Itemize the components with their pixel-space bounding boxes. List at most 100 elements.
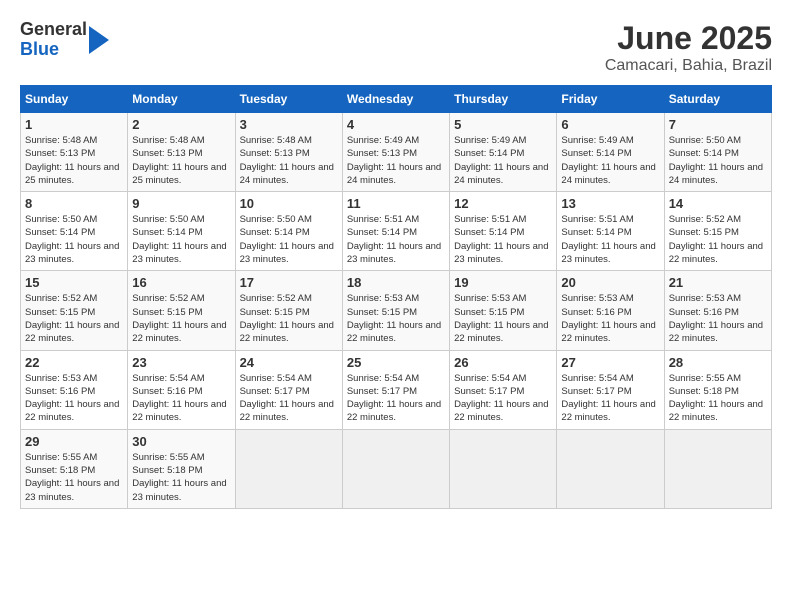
day-number: 14: [669, 196, 767, 211]
calendar-cell: [342, 429, 449, 508]
day-info: Sunrise: 5:55 AMSunset: 5:18 PMDaylight:…: [669, 372, 767, 425]
day-info: Sunrise: 5:54 AMSunset: 5:17 PMDaylight:…: [454, 372, 552, 425]
day-info: Sunrise: 5:49 AMSunset: 5:14 PMDaylight:…: [561, 134, 659, 187]
calendar-cell: 6 Sunrise: 5:49 AMSunset: 5:14 PMDaylight…: [557, 113, 664, 192]
day-number: 15: [25, 275, 123, 290]
calendar-cell: 18Sunrise: 5:53 AMSunset: 5:15 PMDayligh…: [342, 271, 449, 350]
weekday-header: Sunday: [21, 86, 128, 113]
calendar-week-row: 22 Sunrise: 5:53 AMSunset: 5:16 PMDayligh…: [21, 350, 772, 429]
day-number: 16: [132, 275, 230, 290]
title-block: June 2025 Camacari, Bahia, Brazil: [605, 20, 772, 75]
calendar-cell: [557, 429, 664, 508]
day-number: 19: [454, 275, 552, 290]
day-number: 5: [454, 117, 552, 132]
day-number: 26: [454, 355, 552, 370]
day-number: 9: [132, 196, 230, 211]
calendar-week-row: 1 Sunrise: 5:48 AMSunset: 5:13 PMDaylight…: [21, 113, 772, 192]
calendar-cell: 7 Sunrise: 5:50 AMSunset: 5:14 PMDaylight…: [664, 113, 771, 192]
day-number: 1: [25, 117, 123, 132]
logo-icon: [89, 26, 109, 54]
weekday-header: Monday: [128, 86, 235, 113]
day-info: Sunrise: 5:52 AMSunset: 5:15 PMDaylight:…: [25, 292, 123, 345]
calendar-cell: 17 Sunrise: 5:52 AMSunset: 5:15 PMDayligh…: [235, 271, 342, 350]
calendar-cell: 21Sunrise: 5:53 AMSunset: 5:16 PMDayligh…: [664, 271, 771, 350]
calendar-cell: 15 Sunrise: 5:52 AMSunset: 5:15 PMDayligh…: [21, 271, 128, 350]
day-info: Sunrise: 5:54 AMSunset: 5:17 PMDaylight:…: [561, 372, 659, 425]
day-number: 6: [561, 117, 659, 132]
calendar-week-row: 15 Sunrise: 5:52 AMSunset: 5:15 PMDayligh…: [21, 271, 772, 350]
day-info: Sunrise: 5:48 AMSunset: 5:13 PMDaylight:…: [25, 134, 123, 187]
day-info: Sunrise: 5:54 AMSunset: 5:17 PMDaylight:…: [240, 372, 338, 425]
calendar-week-row: 29 Sunrise: 5:55 AMSunset: 5:18 PMDayligh…: [21, 429, 772, 508]
calendar-cell: [664, 429, 771, 508]
day-number: 7: [669, 117, 767, 132]
day-info: Sunrise: 5:50 AMSunset: 5:14 PMDaylight:…: [132, 213, 230, 266]
calendar-cell: 19 Sunrise: 5:53 AMSunset: 5:15 PMDayligh…: [450, 271, 557, 350]
calendar-cell: 3 Sunrise: 5:48 AMSunset: 5:13 PMDaylight…: [235, 113, 342, 192]
day-number: 2: [132, 117, 230, 132]
weekday-header: Thursday: [450, 86, 557, 113]
day-info: Sunrise: 5:50 AMSunset: 5:14 PMDaylight:…: [240, 213, 338, 266]
day-number: 11: [347, 196, 445, 211]
day-info: Sunrise: 5:51 AMSunset: 5:14 PMDaylight:…: [347, 213, 445, 266]
calendar-cell: 14 Sunrise: 5:52 AMSunset: 5:15 PMDayligh…: [664, 192, 771, 271]
calendar-cell: 30 Sunrise: 5:55 AMSunset: 5:18 PMDayligh…: [128, 429, 235, 508]
calendar-cell: 22 Sunrise: 5:53 AMSunset: 5:16 PMDayligh…: [21, 350, 128, 429]
day-number: 29: [25, 434, 123, 449]
calendar-cell: 16 Sunrise: 5:52 AMSunset: 5:15 PMDayligh…: [128, 271, 235, 350]
day-number: 10: [240, 196, 338, 211]
day-info: Sunrise: 5:50 AMSunset: 5:14 PMDaylight:…: [669, 134, 767, 187]
calendar-cell: 26 Sunrise: 5:54 AMSunset: 5:17 PMDayligh…: [450, 350, 557, 429]
day-number: 24: [240, 355, 338, 370]
day-info: Sunrise: 5:52 AMSunset: 5:15 PMDaylight:…: [132, 292, 230, 345]
logo: General Blue: [20, 20, 109, 60]
calendar-cell: 1 Sunrise: 5:48 AMSunset: 5:13 PMDaylight…: [21, 113, 128, 192]
calendar-cell: 29 Sunrise: 5:55 AMSunset: 5:18 PMDayligh…: [21, 429, 128, 508]
weekday-header: Saturday: [664, 86, 771, 113]
day-number: 23: [132, 355, 230, 370]
day-number: 12: [454, 196, 552, 211]
calendar-week-row: 8Sunrise: 5:50 AMSunset: 5:14 PMDaylight…: [21, 192, 772, 271]
day-info: Sunrise: 5:53 AMSunset: 5:15 PMDaylight:…: [454, 292, 552, 345]
location: Camacari, Bahia, Brazil: [605, 57, 772, 75]
day-info: Sunrise: 5:53 AMSunset: 5:16 PMDaylight:…: [561, 292, 659, 345]
day-info: Sunrise: 5:55 AMSunset: 5:18 PMDaylight:…: [132, 451, 230, 504]
calendar-cell: 4 Sunrise: 5:49 AMSunset: 5:13 PMDaylight…: [342, 113, 449, 192]
weekday-header: Wednesday: [342, 86, 449, 113]
day-number: 17: [240, 275, 338, 290]
day-info: Sunrise: 5:48 AMSunset: 5:13 PMDaylight:…: [240, 134, 338, 187]
calendar-cell: 2Sunrise: 5:48 AMSunset: 5:13 PMDaylight…: [128, 113, 235, 192]
day-info: Sunrise: 5:53 AMSunset: 5:16 PMDaylight:…: [25, 372, 123, 425]
calendar-cell: 28Sunrise: 5:55 AMSunset: 5:18 PMDayligh…: [664, 350, 771, 429]
day-number: 27: [561, 355, 659, 370]
day-info: Sunrise: 5:51 AMSunset: 5:14 PMDaylight:…: [561, 213, 659, 266]
day-number: 30: [132, 434, 230, 449]
logo-blue: Blue: [20, 40, 87, 60]
calendar-cell: 27 Sunrise: 5:54 AMSunset: 5:17 PMDayligh…: [557, 350, 664, 429]
calendar-table: SundayMondayTuesdayWednesdayThursdayFrid…: [20, 85, 772, 509]
day-info: Sunrise: 5:52 AMSunset: 5:15 PMDaylight:…: [240, 292, 338, 345]
day-info: Sunrise: 5:54 AMSunset: 5:17 PMDaylight:…: [347, 372, 445, 425]
day-info: Sunrise: 5:52 AMSunset: 5:15 PMDaylight:…: [669, 213, 767, 266]
day-number: 21: [669, 275, 767, 290]
calendar-cell: 24 Sunrise: 5:54 AMSunset: 5:17 PMDayligh…: [235, 350, 342, 429]
calendar-header-row: SundayMondayTuesdayWednesdayThursdayFrid…: [21, 86, 772, 113]
day-number: 3: [240, 117, 338, 132]
day-info: Sunrise: 5:49 AMSunset: 5:13 PMDaylight:…: [347, 134, 445, 187]
calendar-cell: 23 Sunrise: 5:54 AMSunset: 5:16 PMDayligh…: [128, 350, 235, 429]
calendar-cell: [235, 429, 342, 508]
day-number: 13: [561, 196, 659, 211]
day-info: Sunrise: 5:50 AMSunset: 5:14 PMDaylight:…: [25, 213, 123, 266]
day-number: 4: [347, 117, 445, 132]
weekday-header: Tuesday: [235, 86, 342, 113]
day-info: Sunrise: 5:54 AMSunset: 5:16 PMDaylight:…: [132, 372, 230, 425]
day-info: Sunrise: 5:55 AMSunset: 5:18 PMDaylight:…: [25, 451, 123, 504]
calendar-cell: 13 Sunrise: 5:51 AMSunset: 5:14 PMDayligh…: [557, 192, 664, 271]
day-info: Sunrise: 5:51 AMSunset: 5:14 PMDaylight:…: [454, 213, 552, 266]
calendar-cell: 5 Sunrise: 5:49 AMSunset: 5:14 PMDaylight…: [450, 113, 557, 192]
logo-general: General: [20, 20, 87, 40]
day-number: 22: [25, 355, 123, 370]
day-info: Sunrise: 5:53 AMSunset: 5:15 PMDaylight:…: [347, 292, 445, 345]
weekday-header: Friday: [557, 86, 664, 113]
day-info: Sunrise: 5:49 AMSunset: 5:14 PMDaylight:…: [454, 134, 552, 187]
